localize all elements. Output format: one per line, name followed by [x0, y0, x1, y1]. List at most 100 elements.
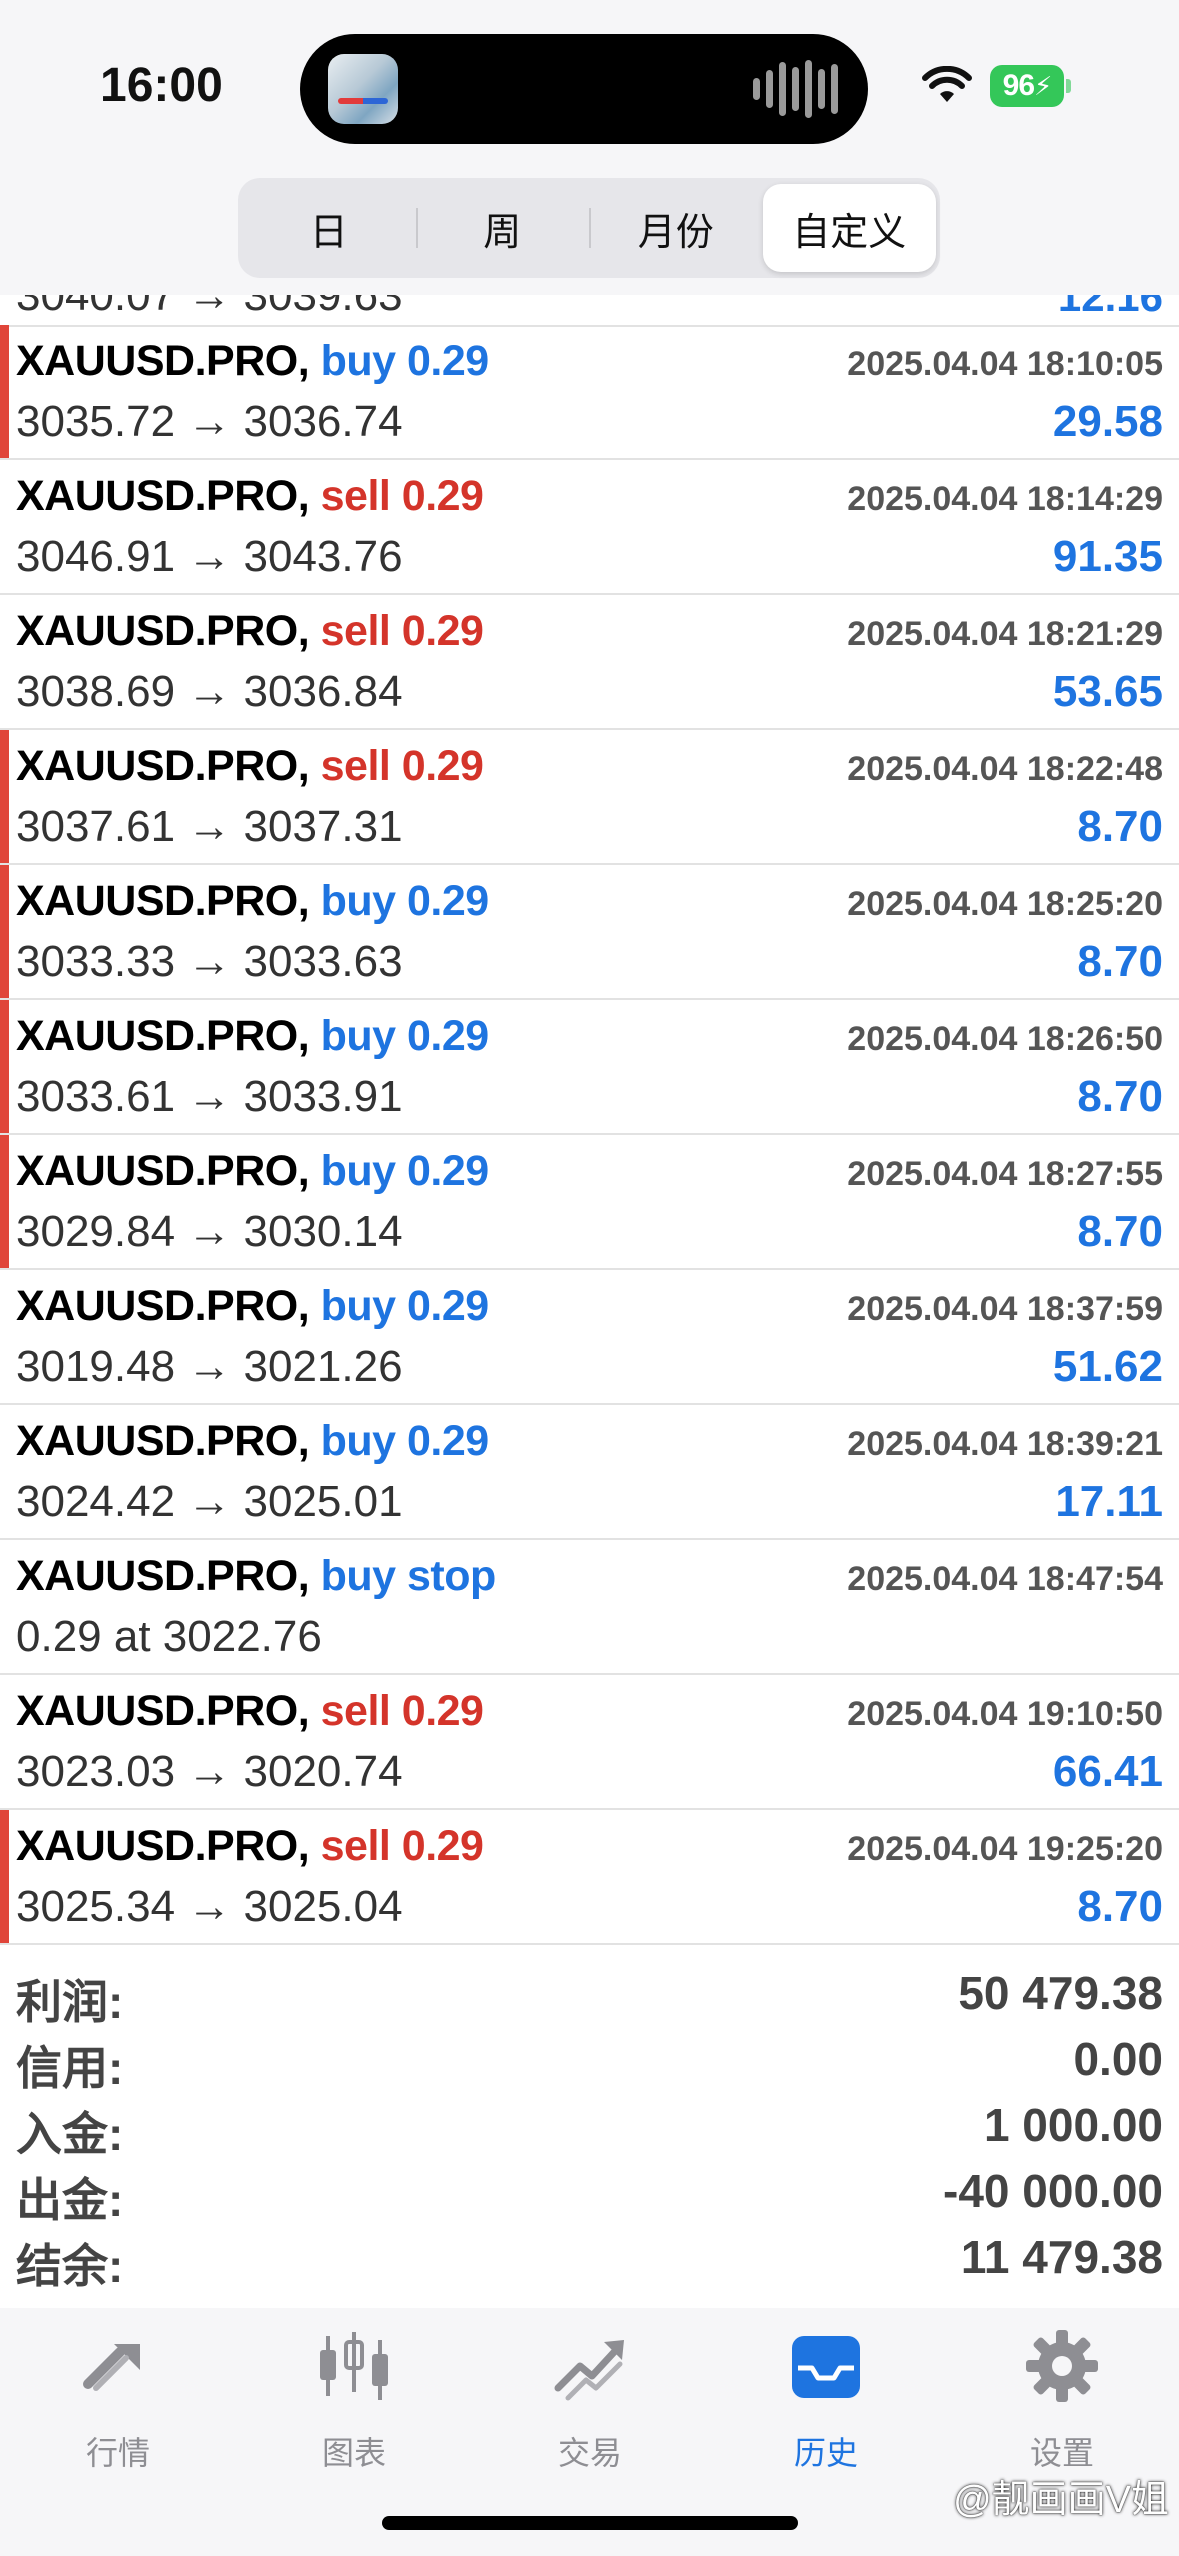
deal-symbol: XAUUSD.PRO, — [16, 1687, 310, 1735]
deal-profit: 17.11 — [1055, 1477, 1163, 1526]
deal-time: 2025.04.04 18:25:20 — [847, 885, 1163, 923]
period-segment-3[interactable]: 自定义 — [762, 184, 936, 272]
deal-symbol: XAUUSD.PRO, — [16, 1822, 310, 1870]
deal-symbol-line: XAUUSD.PRO, sell 0.29 — [16, 472, 484, 521]
deal-symbol-line: XAUUSD.PRO, buy stop — [16, 1552, 496, 1601]
deal-row[interactable]: XAUUSD.PRO, sell 0.29 2025.04.04 19:25:20… — [0, 1810, 1179, 1945]
deal-time: 2025.04.04 19:10:50 — [847, 1695, 1163, 1733]
deal-prices: 3023.03 → 3020.74 — [16, 1747, 403, 1796]
deal-symbol-line: XAUUSD.PRO, sell 0.29 — [16, 742, 484, 791]
deal-symbol: XAUUSD.PRO, — [16, 877, 310, 925]
deal-time: 2025.04.04 18:39:21 — [847, 1425, 1163, 1463]
deal-symbol-line: XAUUSD.PRO, buy 0.29 — [16, 337, 489, 386]
deal-symbol-line: XAUUSD.PRO, buy 0.29 — [16, 1417, 489, 1466]
deal-prices: 3035.72 → 3036.74 — [16, 397, 403, 446]
dynamic-island[interactable] — [300, 34, 868, 144]
home-indicator[interactable] — [382, 2516, 798, 2530]
summary-label: 出金: — [16, 2174, 124, 2226]
deal-time: 2025.04.04 18:47:54 — [847, 1560, 1163, 1598]
period-segment-0[interactable]: 日 — [242, 184, 416, 272]
deal-profit: 8.70 — [1077, 1072, 1163, 1121]
tab-settings[interactable]: 设置 — [944, 2328, 1179, 2478]
deal-row[interactable]: XAUUSD.PRO, buy 0.29 2025.04.04 18:37:59 3… — [0, 1270, 1179, 1405]
deal-profit: 51.62 — [1052, 1342, 1163, 1391]
tab-quotes[interactable]: 行情 — [0, 2328, 236, 2478]
deal-symbol-line: XAUUSD.PRO, buy 0.29 — [16, 1282, 489, 1331]
tab-history[interactable]: 历史 — [708, 2328, 944, 2478]
tab-label: 行情 — [85, 2435, 150, 2471]
status-time: 16:00 — [100, 59, 223, 112]
summary-label: 利润: — [16, 1976, 124, 2028]
deal-time: 2025.04.04 18:22:48 — [847, 750, 1163, 788]
deal-row[interactable]: XAUUSD.PRO, sell 0.29 2025.04.04 18:14:29… — [0, 460, 1179, 595]
deal-action: sell 0.29 — [320, 1822, 484, 1870]
deal-profit: 53.65 — [1052, 667, 1163, 716]
deal-profit: 8.70 — [1077, 1207, 1163, 1256]
deal-row[interactable]: XAUUSD.PRO, buy 0.29 2025.04.04 18:10:05 3… — [0, 325, 1179, 460]
deal-row[interactable]: XAUUSD.PRO, buy 0.29 2025.04.04 18:25:20 3… — [0, 865, 1179, 1000]
deal-profit: 91.35 — [1052, 532, 1163, 581]
tab-label: 历史 — [793, 2435, 858, 2471]
deal-symbol-line: XAUUSD.PRO, buy 0.29 — [16, 877, 489, 926]
deal-action: sell 0.29 — [320, 1687, 484, 1735]
deal-row[interactable]: XAUUSD.PRO, buy stop 2025.04.04 18:47:54 0… — [0, 1540, 1179, 1675]
summary-value: -40 000.00 — [943, 2165, 1163, 2217]
deal-row[interactable]: XAUUSD.PRO, buy 0.29 2025.04.04 18:39:21 3… — [0, 1405, 1179, 1540]
deal-profit: 8.70 — [1077, 937, 1163, 986]
deal-symbol-line: XAUUSD.PRO, sell 0.29 — [16, 1687, 484, 1736]
period-segmented-control: 日周月份 自定义 — [238, 178, 940, 278]
deal-prices: 3033.33 → 3033.63 — [16, 937, 403, 986]
deal-prices: 0.29 at 3022.76 — [16, 1612, 322, 1661]
period-segment-1[interactable]: 周 — [415, 184, 590, 272]
deal-time: 2025.04.04 18:26:50 — [847, 1020, 1163, 1058]
deals-list[interactable]: 3040.07 → 3039.63 12.16 XAUUSD.PRO, buy … — [0, 295, 1179, 1945]
summary-row: 信用: 0.00 — [0, 2028, 1179, 2094]
deal-row[interactable]: XAUUSD.PRO, sell 0.29 2025.04.04 19:10:50… — [0, 1675, 1179, 1810]
account-summary: 利润: 50 479.38 信用: 0.00 入金: 1 000.00 出金: -40 000… — [0, 1946, 1179, 2310]
deal-row[interactable]: XAUUSD.PRO, sell 0.29 2025.04.04 18:22:48… — [0, 730, 1179, 865]
tab-label: 图表 — [321, 2435, 386, 2471]
deal-prices: 3046.91 → 3043.76 — [16, 532, 403, 581]
summary-label: 信用: — [16, 2042, 124, 2094]
deal-symbol: XAUUSD.PRO, — [16, 472, 310, 520]
quotes-icon — [83, 2344, 140, 2391]
deal-row-partial[interactable]: 3040.07 → 3039.63 12.16 — [0, 295, 1179, 327]
deal-prices: 3019.48 → 3021.26 — [16, 1342, 403, 1391]
deal-row[interactable]: XAUUSD.PRO, sell 0.29 2025.04.04 18:21:29… — [0, 595, 1179, 730]
tab-trade[interactable]: 交易 — [472, 2328, 708, 2478]
deal-action: sell 0.29 — [320, 607, 484, 655]
summary-value: 50 479.38 — [958, 1967, 1163, 2019]
status-bar: 16:00 96 ⚡ — [0, 0, 1179, 170]
deal-time: 2025.04.04 18:37:59 — [847, 1290, 1163, 1328]
deal-profit: 29.58 — [1052, 397, 1163, 446]
deal-symbol: XAUUSD.PRO, — [16, 607, 310, 655]
deal-action: buy 0.29 — [320, 1012, 490, 1060]
deal-action: buy 0.29 — [320, 1147, 490, 1195]
deal-row[interactable]: XAUUSD.PRO, buy 0.29 2025.04.04 18:26:50 3… — [0, 1000, 1179, 1135]
deal-action: buy 0.29 — [320, 337, 490, 385]
tab-label: 交易 — [557, 2435, 622, 2471]
deal-time: 2025.04.04 18:21:29 — [847, 615, 1163, 653]
charging-bolt-icon: ⚡ — [1034, 70, 1052, 101]
deal-time: 2025.04.04 18:27:55 — [847, 1155, 1163, 1193]
tab-charts[interactable]: 图表 — [236, 2328, 472, 2478]
deal-prices: 3033.61 → 3033.91 — [16, 1072, 403, 1121]
deal-symbol: XAUUSD.PRO, — [16, 742, 310, 790]
summary-value: 11 479.38 — [960, 2231, 1163, 2283]
deal-action: sell 0.29 — [320, 472, 484, 520]
deal-time: 2025.04.04 18:14:29 — [847, 480, 1163, 518]
summary-label: 入金: — [16, 2108, 124, 2160]
deal-prices: 3024.42 → 3025.01 — [16, 1477, 403, 1526]
deal-symbol: XAUUSD.PRO, — [16, 1147, 310, 1195]
deal-row[interactable]: XAUUSD.PRO, buy 0.29 2025.04.04 18:27:55 3… — [0, 1135, 1179, 1270]
deal-action: buy 0.29 — [320, 1282, 490, 1330]
summary-label: 结余: — [16, 2240, 124, 2292]
deal-prices: 3029.84 → 3030.14 — [16, 1207, 403, 1256]
battery-percent: 96 — [1002, 69, 1035, 102]
summary-row: 结余: 11 479.38 — [0, 2226, 1179, 2292]
period-segment-2[interactable]: 月份 — [589, 184, 763, 272]
battery-level: 96 ⚡ — [990, 65, 1064, 107]
summary-row: 利润: 50 479.38 — [0, 1962, 1179, 2028]
deal-symbol: XAUUSD.PRO, — [16, 337, 310, 385]
period-bar: 日周月份 自定义 — [0, 170, 1179, 295]
